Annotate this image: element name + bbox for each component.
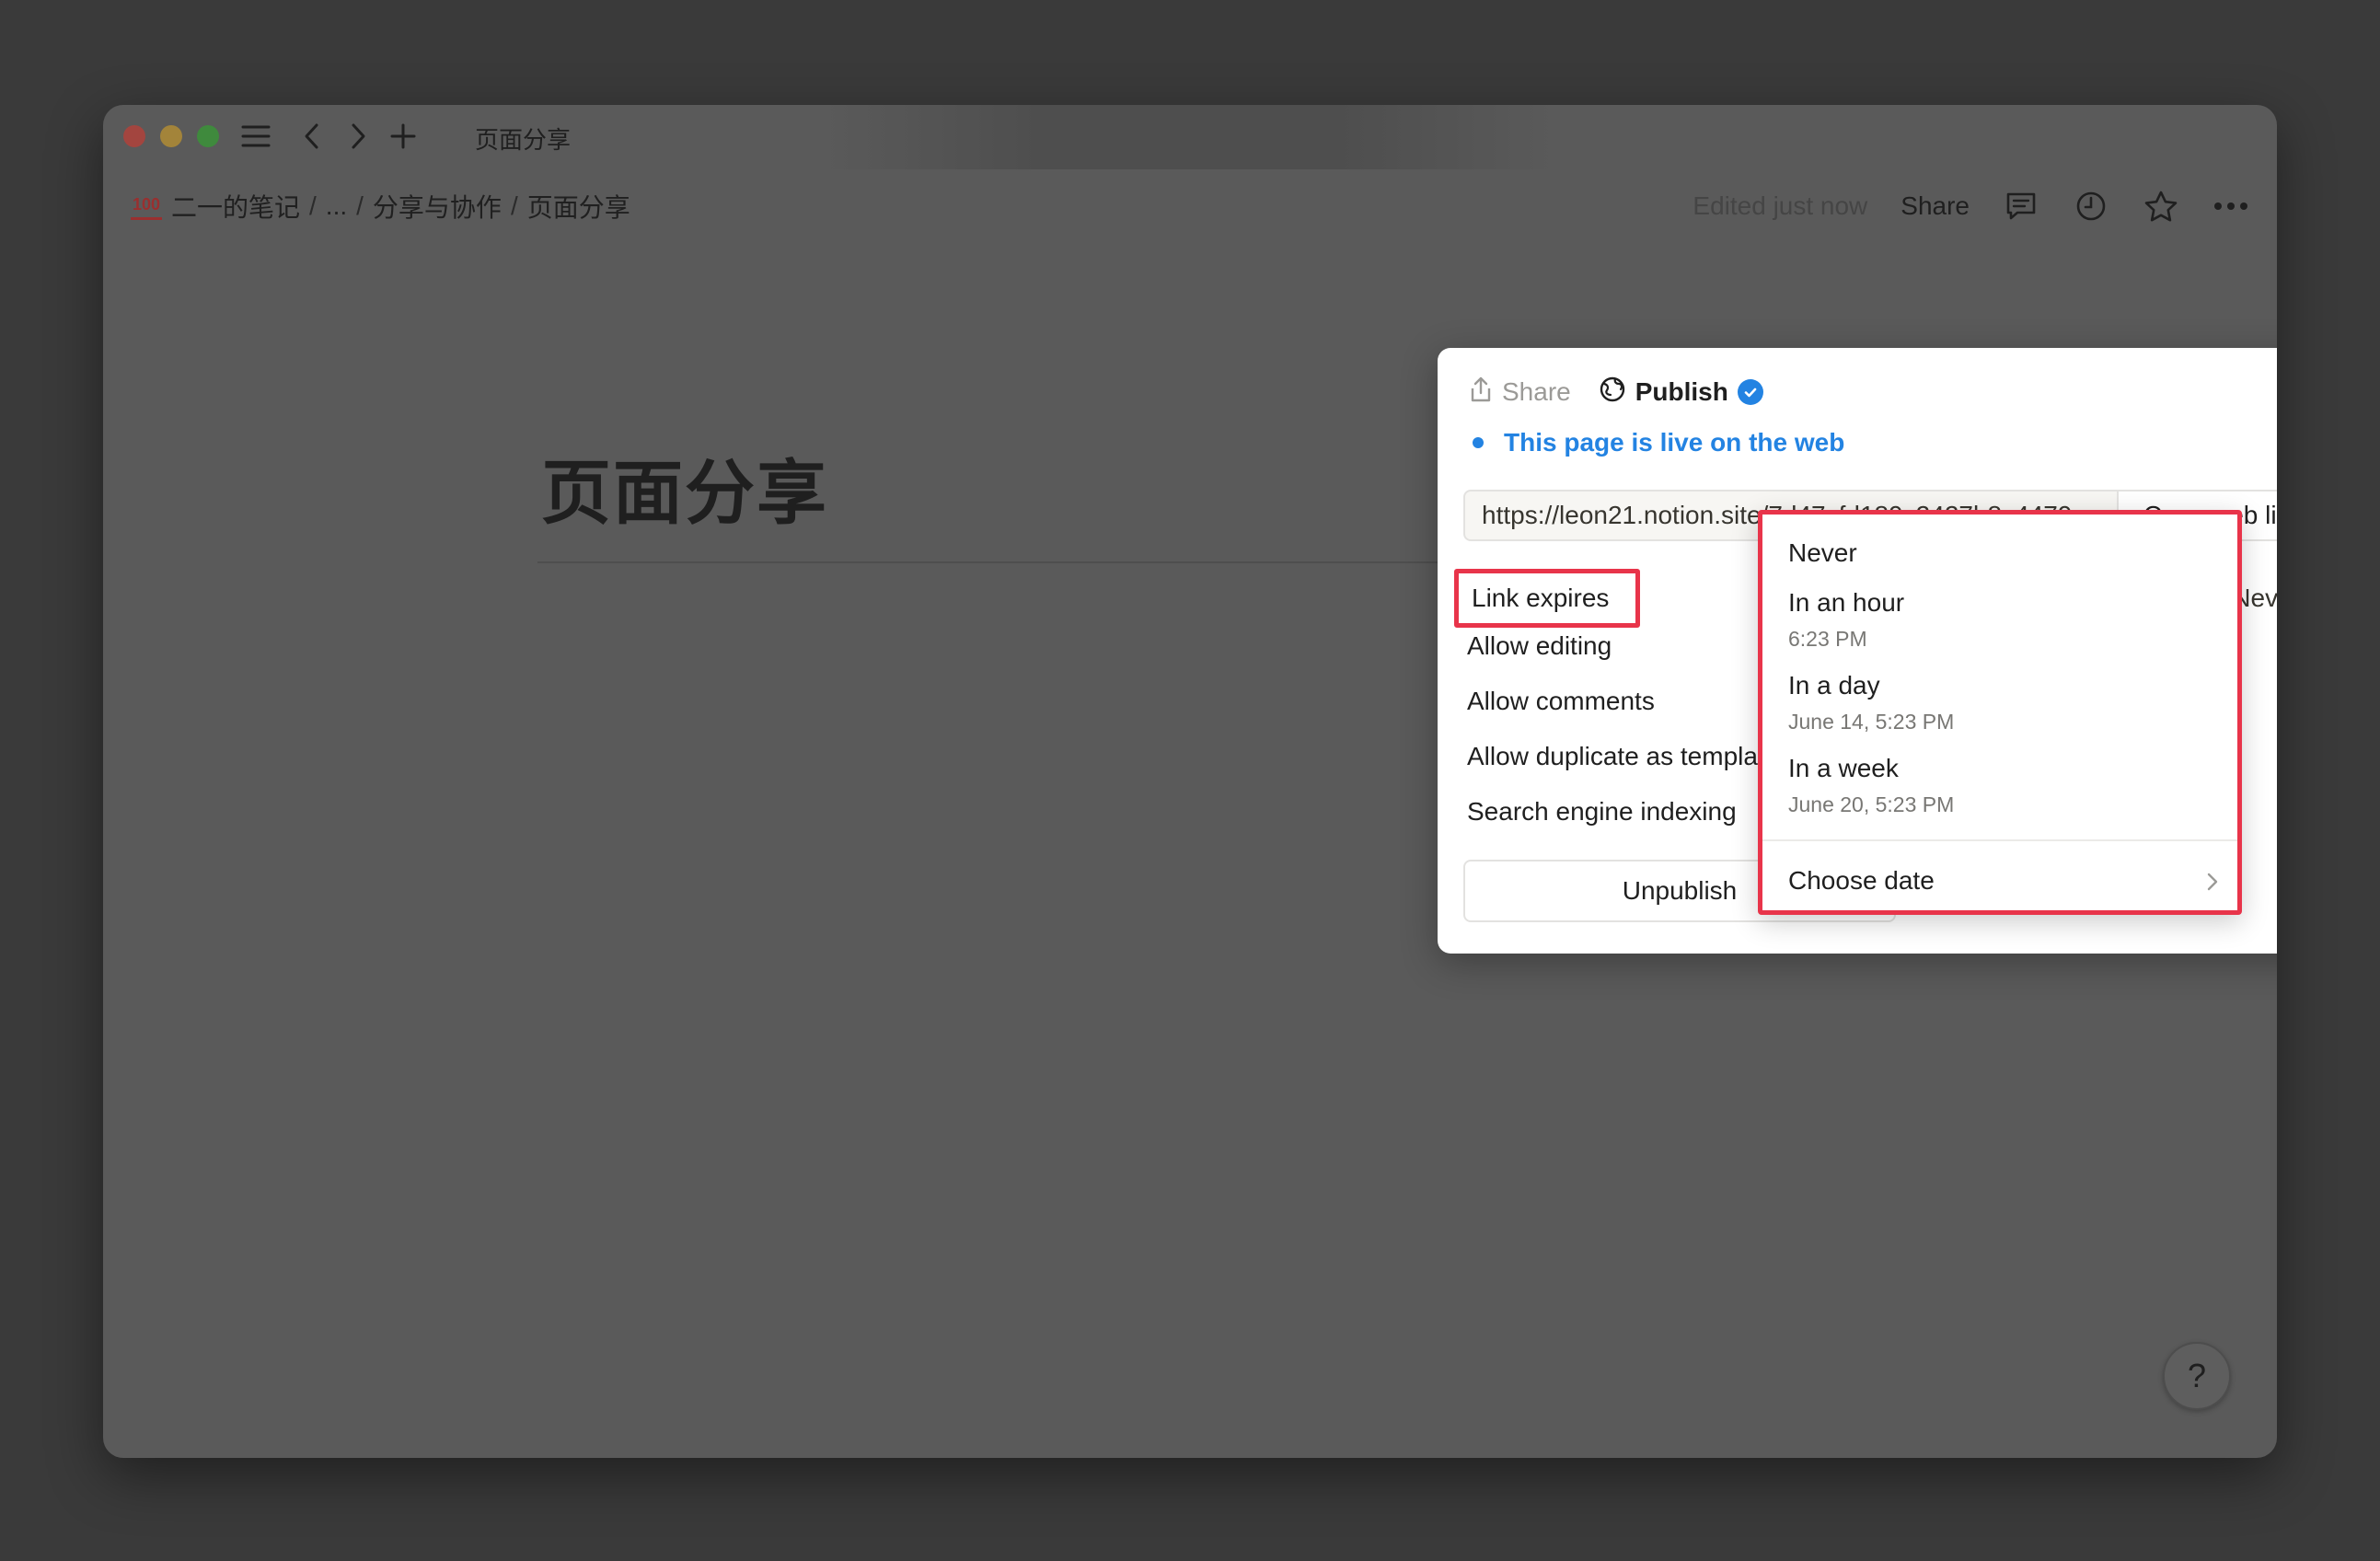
share-button[interactable]: Share xyxy=(1901,191,1970,221)
menu-item-sub: June 20, 5:23 PM xyxy=(1788,792,1955,816)
back-icon[interactable] xyxy=(296,118,328,155)
page-title[interactable]: 页面分享 xyxy=(541,436,828,538)
tab-publish-label: Publish xyxy=(1635,377,1728,406)
help-button[interactable]: ? xyxy=(2163,1342,2231,1410)
tab-share-label: Share xyxy=(1502,377,1571,406)
tab-share[interactable]: Share xyxy=(1469,376,1571,410)
allow-duplicate-label: Allow duplicate as template xyxy=(1467,742,1780,770)
menu-item-sub: 6:23 PM xyxy=(1788,627,1867,651)
tab-title[interactable]: 页面分享 xyxy=(475,121,571,156)
live-status: This page is live on the web xyxy=(1473,422,1844,464)
more-icon[interactable] xyxy=(2212,188,2249,225)
menu-item-choose-date[interactable]: Choose date xyxy=(1788,866,1935,896)
live-dot-icon xyxy=(1473,437,1484,448)
popover-tabs: Share Publish xyxy=(1469,368,1763,416)
minimize-window-button[interactable] xyxy=(160,125,182,147)
allow-editing-label: Allow editing xyxy=(1467,631,1612,660)
zoom-window-button[interactable] xyxy=(197,125,219,147)
globe-icon xyxy=(1599,376,1626,410)
allow-comments-label: Allow comments xyxy=(1467,687,1655,715)
menu-item-in-a-week[interactable]: In a week xyxy=(1788,754,1899,783)
clock-icon[interactable] xyxy=(2073,188,2109,225)
live-status-text: This page is live on the web xyxy=(1504,428,1845,457)
menu-item-never[interactable]: Never xyxy=(1788,538,1857,568)
breadcrumb-item[interactable]: ... xyxy=(326,191,347,221)
breadcrumb-separator: / xyxy=(510,191,518,220)
star-icon[interactable] xyxy=(2143,188,2179,225)
search-indexing-label: Search engine indexing xyxy=(1467,797,1737,826)
menu-item-in-a-day[interactable]: In a day xyxy=(1788,671,1880,700)
breadcrumb-item-current[interactable]: 页面分享 xyxy=(527,188,630,225)
menu-divider xyxy=(1762,839,2237,841)
breadcrumb-item[interactable]: 分享与协作 xyxy=(373,188,502,225)
topbar-actions: Edited just now Share xyxy=(1693,184,2249,228)
menu-item-in-an-hour[interactable]: In an hour xyxy=(1788,588,1904,618)
plus-icon[interactable] xyxy=(385,118,422,155)
close-window-button[interactable] xyxy=(123,125,145,147)
title-bar: 页面分享 xyxy=(103,105,2277,169)
breadcrumb: 100 二一的笔记 / ... / 分享与协作 / 页面分享 xyxy=(131,186,630,226)
comment-icon[interactable] xyxy=(2003,188,2039,225)
tab-strip-blur xyxy=(821,105,1557,169)
forward-icon[interactable] xyxy=(342,118,374,155)
menu-icon[interactable] xyxy=(237,118,274,155)
tab-publish[interactable]: Publish xyxy=(1599,376,1763,410)
chevron-right-icon xyxy=(2206,872,2219,896)
workspace-emoji-icon: 100 xyxy=(131,192,162,220)
link-expires-label: Link expires xyxy=(1454,569,1640,628)
verified-check-icon xyxy=(1737,379,1763,405)
breadcrumb-separator: / xyxy=(356,191,364,220)
share-icon xyxy=(1469,376,1493,410)
breadcrumb-item[interactable]: 二一的笔记 xyxy=(171,188,300,225)
breadcrumb-separator: / xyxy=(309,191,317,220)
edited-status: Edited just now xyxy=(1693,191,1868,220)
link-expiry-menu: Never In an hour 6:23 PM In a day June 1… xyxy=(1758,510,2242,915)
menu-item-sub: June 14, 5:23 PM xyxy=(1788,710,1955,734)
